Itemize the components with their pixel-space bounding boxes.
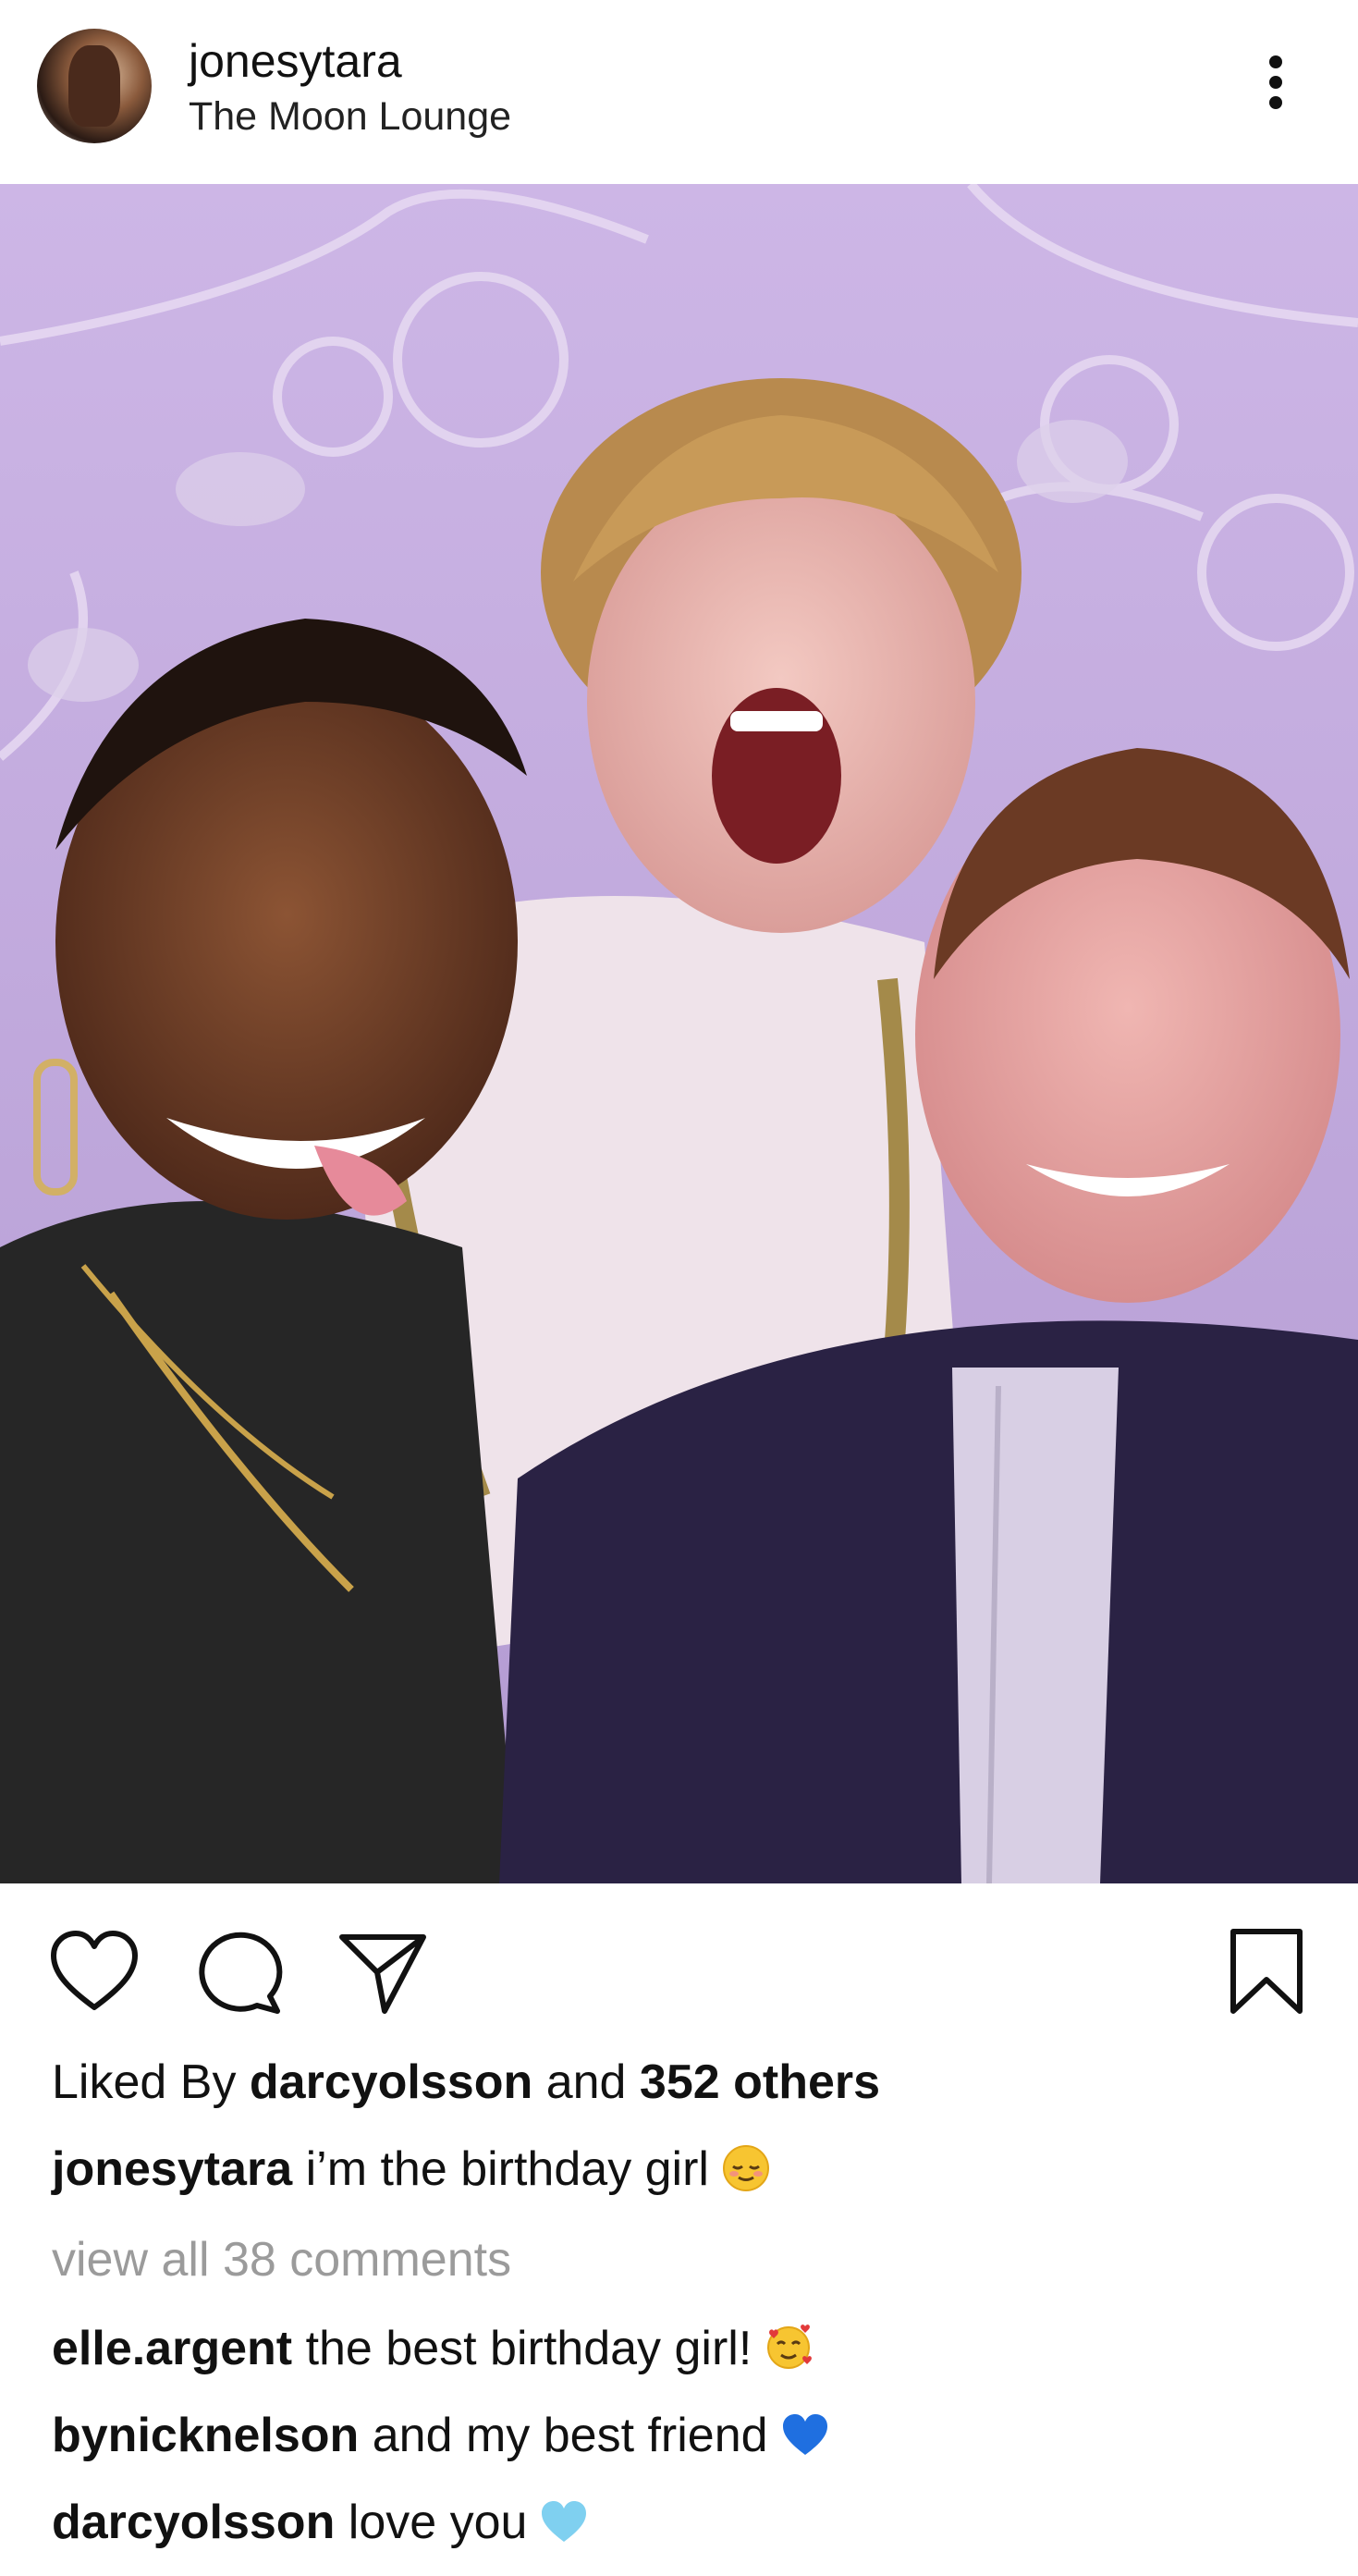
send-icon[interactable]: [336, 1926, 429, 2018]
post-photo[interactable]: [0, 184, 1358, 1883]
caption-text: i’m the birthday girl: [305, 2142, 709, 2196]
comment-username[interactable]: darcyolsson: [52, 2496, 335, 2549]
post-location[interactable]: The Moon Lounge: [189, 93, 511, 140]
caption-username[interactable]: jonesytara: [52, 2142, 292, 2196]
relieved-face-emoji: [722, 2145, 769, 2191]
comment-item: bynicknelson and my best friend: [52, 2408, 829, 2463]
bookmark-icon[interactable]: [1220, 1926, 1313, 2018]
light-blue-heart-emoji: [542, 2501, 587, 2542]
smiling-face-with-hearts-emoji: [767, 2325, 813, 2369]
comment-username[interactable]: elle.argent: [52, 2322, 292, 2375]
action-bar: [0, 1883, 1358, 2022]
likes-summary: Liked By darcyolsson and 352 others: [52, 2055, 880, 2110]
likes-prefix: Liked By: [52, 2055, 237, 2109]
view-all-comments-link[interactable]: view all 38 comments: [52, 2232, 511, 2288]
comment-icon[interactable]: [192, 1926, 285, 2018]
comment-text: the best birthday girl!: [305, 2322, 752, 2375]
comment-username[interactable]: bynicknelson: [52, 2409, 359, 2462]
likes-others-link[interactable]: 352 others: [640, 2055, 880, 2109]
comment-text: love you: [348, 2496, 528, 2549]
comment-text: and my best friend: [372, 2409, 768, 2462]
post-header: jonesytara The Moon Lounge: [0, 0, 1358, 184]
comment-item: elle.argent the best birthday girl!: [52, 2321, 813, 2376]
caption: jonesytara i’m the birthday girl: [52, 2141, 770, 2197]
post-username[interactable]: jonesytara: [189, 35, 402, 87]
liker-username[interactable]: darcyolsson: [250, 2055, 532, 2109]
avatar[interactable]: [37, 29, 152, 143]
more-vertical-icon[interactable]: [1257, 50, 1294, 115]
likes-conjunction: and: [545, 2055, 627, 2109]
blue-heart-emoji: [782, 2414, 827, 2455]
comment-item: darcyolsson love you: [52, 2495, 588, 2550]
heart-icon[interactable]: [48, 1926, 141, 2018]
